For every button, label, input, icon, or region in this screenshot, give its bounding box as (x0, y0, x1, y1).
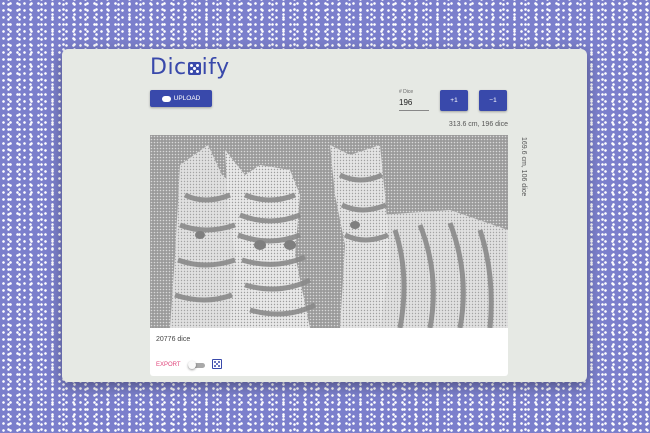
upload-button[interactable]: UPLOAD (150, 90, 212, 107)
dice-field-label: # Dice (399, 89, 414, 95)
increment-button[interactable]: +1 (440, 90, 468, 111)
upload-label: UPLOAD (173, 95, 201, 102)
main-card: Dic ify UPLOAD # Dice 196 +1 −1 313.6 cm,… (62, 49, 587, 382)
dice-count-text: 20776 dice (156, 336, 191, 343)
export-label[interactable]: EXPORT (156, 362, 181, 368)
toggle-thumb (188, 361, 196, 369)
cloud-upload-icon (161, 95, 171, 102)
horizontal-dimensions: 313.6 cm, 196 dice (448, 121, 508, 128)
logo-text-start: Dic (150, 55, 187, 80)
app-logo: Dic ify (150, 55, 230, 80)
decrement-label: −1 (489, 97, 497, 104)
zebra-dice-image (150, 135, 508, 328)
dice-count-field[interactable]: # Dice 196 (399, 89, 429, 111)
dice-field-input[interactable]: 196 (399, 98, 429, 111)
vertical-dimensions: 169.6 cm, 106 dice (520, 137, 527, 197)
logo-die-icon (187, 62, 201, 75)
increment-label: +1 (450, 97, 458, 104)
dice-image-preview (150, 135, 508, 328)
logo-text-end: ify (201, 55, 230, 80)
decrement-button[interactable]: −1 (479, 90, 507, 111)
export-toggle[interactable] (188, 361, 205, 369)
die-icon[interactable] (212, 359, 222, 369)
info-panel: 20776 dice EXPORT (150, 328, 508, 376)
